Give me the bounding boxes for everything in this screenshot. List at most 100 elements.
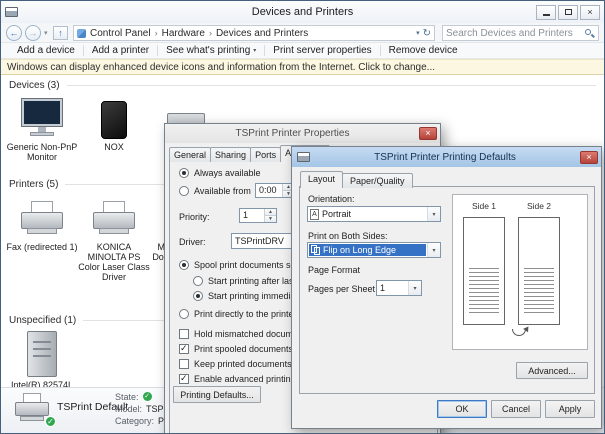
print-server-properties-button[interactable]: Print server properties xyxy=(265,45,379,56)
history-dropdown-icon[interactable]: ▾ xyxy=(44,29,48,37)
window-title: Devices and Printers xyxy=(1,6,604,18)
button-label: Advanced... xyxy=(528,366,576,376)
radio-label: Always available xyxy=(194,168,261,178)
printer-item-fax[interactable]: Fax (redirected 1) xyxy=(5,193,79,252)
defaults-title: TSPrint Printer Printing Defaults xyxy=(314,152,576,163)
pages-per-sheet-combo[interactable]: 1 ▾ xyxy=(376,280,422,296)
state-ok-icon: ✓ xyxy=(143,392,152,401)
control-panel-icon xyxy=(77,29,86,38)
side1-label: Side 1 xyxy=(463,201,505,211)
defaults-tabs: Layout Paper/Quality xyxy=(300,171,412,188)
info-bar[interactable]: Windows can display enhanced device icon… xyxy=(1,59,604,75)
address-bar[interactable]: Control Panel › Hardware › Devices and P… xyxy=(73,25,435,41)
properties-close-button[interactable]: × xyxy=(419,127,437,140)
tab-paper-quality[interactable]: Paper/Quality xyxy=(342,173,413,188)
forward-button[interactable]: → xyxy=(25,25,41,41)
available-from-radio[interactable]: Available from xyxy=(179,186,251,196)
advanced-button[interactable]: Advanced... xyxy=(516,362,588,379)
defaults-titlebar[interactable]: TSPrint Printer Printing Defaults × xyxy=(292,147,601,167)
refresh-icon[interactable]: ↻ xyxy=(423,28,431,39)
add-device-button[interactable]: Add a device xyxy=(9,45,83,56)
address-dropdown-icon[interactable]: ▾ xyxy=(416,29,420,37)
checkbox-icon xyxy=(179,329,189,339)
orientation-label: Orientation: xyxy=(308,194,355,204)
see-whats-printing-label: See what's printing xyxy=(166,45,250,56)
search-icon[interactable] xyxy=(584,28,595,39)
radio-icon xyxy=(193,291,203,301)
printer-item-konica[interactable]: KONICA MINOLTA PS Color Laser Class Driv… xyxy=(77,193,151,282)
back-button[interactable]: ← xyxy=(6,25,22,41)
button-label: Apply xyxy=(559,404,582,414)
minimize-button[interactable] xyxy=(536,5,556,20)
add-printer-button[interactable]: Add a printer xyxy=(84,45,157,56)
group-header-devices[interactable]: Devices (3) xyxy=(9,80,596,91)
page-format-label: Page Format xyxy=(308,265,360,275)
defaults-close-button[interactable]: × xyxy=(580,151,598,164)
priority-value: 1 xyxy=(240,209,264,222)
portrait-icon: A xyxy=(310,209,319,220)
network-adapter-icon xyxy=(27,331,57,377)
spin-down-icon[interactable]: ▼ xyxy=(265,215,276,222)
selected-printer-icon: ✓ xyxy=(13,393,51,425)
printing-defaults-button[interactable]: Printing Defaults... xyxy=(173,386,261,403)
unspecified-item-intel[interactable]: Intel(R) 82574L xyxy=(5,331,79,390)
remove-device-button[interactable]: Remove device xyxy=(381,45,466,56)
tab-ports[interactable]: Ports xyxy=(250,147,281,162)
print-directly-radio[interactable]: Print directly to the printer xyxy=(179,309,297,319)
checkbox-label: Keep printed documents xyxy=(194,359,292,369)
printer-label: Fax (redirected 1) xyxy=(5,242,79,252)
always-available-radio[interactable]: Always available xyxy=(179,168,261,178)
maximize-icon xyxy=(565,9,572,15)
available-from-time-spinner[interactable]: 0:00 ▲▼ xyxy=(255,183,295,198)
breadcrumb-control-panel[interactable]: Control Panel xyxy=(90,28,151,39)
orientation-combo[interactable]: A Portrait ▾ xyxy=(307,206,441,222)
pages-per-sheet-value: 1 xyxy=(377,283,408,293)
cancel-button[interactable]: Cancel xyxy=(491,400,541,418)
dialog-printer-icon xyxy=(297,152,310,162)
model-label: Model: xyxy=(115,404,142,414)
tab-layout[interactable]: Layout xyxy=(300,171,343,188)
driver-label: Driver: xyxy=(179,237,206,247)
flip-arrow-icon xyxy=(512,329,528,339)
minimize-icon xyxy=(543,14,550,16)
detail-row-state: State: ✓ xyxy=(115,392,152,402)
dropdown-icon: ▾ xyxy=(253,47,256,54)
both-sides-combo[interactable]: Flip on Long Edge ▾ xyxy=(307,242,441,258)
priority-spinner[interactable]: 1 ▲▼ xyxy=(239,208,277,223)
device-label: NOX xyxy=(77,142,151,152)
search-placeholder: Search Devices and Printers xyxy=(446,28,573,39)
radio-icon xyxy=(193,276,203,286)
see-whats-printing-button[interactable]: See what's printing ▾ xyxy=(158,45,264,56)
breadcrumb-devices-and-printers[interactable]: Devices and Printers xyxy=(216,28,308,39)
device-item-nox[interactable]: NOX xyxy=(77,93,151,152)
device-item-generic-monitor[interactable]: Generic Non-PnP Monitor xyxy=(5,93,79,162)
pages-per-sheet-label: Pages per Sheet xyxy=(308,284,375,294)
ok-button[interactable]: OK xyxy=(437,400,487,418)
radio-icon xyxy=(179,168,189,178)
time-value: 0:00 xyxy=(256,184,282,197)
radio-icon xyxy=(179,260,189,270)
keep-printed-checkbox[interactable]: Keep printed documents xyxy=(179,359,292,369)
checkbox-icon xyxy=(179,359,189,369)
apply-button[interactable]: Apply xyxy=(545,400,595,418)
close-button[interactable]: × xyxy=(580,5,600,20)
both-sides-label: Print on Both Sides: xyxy=(308,231,388,241)
button-label: Printing Defaults... xyxy=(180,390,254,400)
maximize-button[interactable] xyxy=(558,5,578,20)
breadcrumb-hardware[interactable]: Hardware xyxy=(162,28,205,39)
button-label: Cancel xyxy=(502,404,530,414)
search-box[interactable]: Search Devices and Printers xyxy=(442,25,599,41)
radio-label: Print directly to the printer xyxy=(194,309,297,319)
info-bar-text: Windows can display enhanced device icon… xyxy=(7,62,435,73)
properties-titlebar[interactable]: TSPrint Printer Properties × xyxy=(165,124,440,143)
radio-icon xyxy=(179,186,189,196)
printer-icon xyxy=(19,201,65,239)
orientation-value: Portrait xyxy=(319,209,427,219)
dropdown-icon: ▾ xyxy=(427,243,440,257)
radio-icon xyxy=(179,309,189,319)
tab-sharing[interactable]: Sharing xyxy=(210,147,251,162)
tab-general[interactable]: General xyxy=(169,147,211,162)
duplex-icon xyxy=(311,245,320,255)
text-lines xyxy=(524,268,554,316)
up-button[interactable]: ↑ xyxy=(53,26,68,40)
